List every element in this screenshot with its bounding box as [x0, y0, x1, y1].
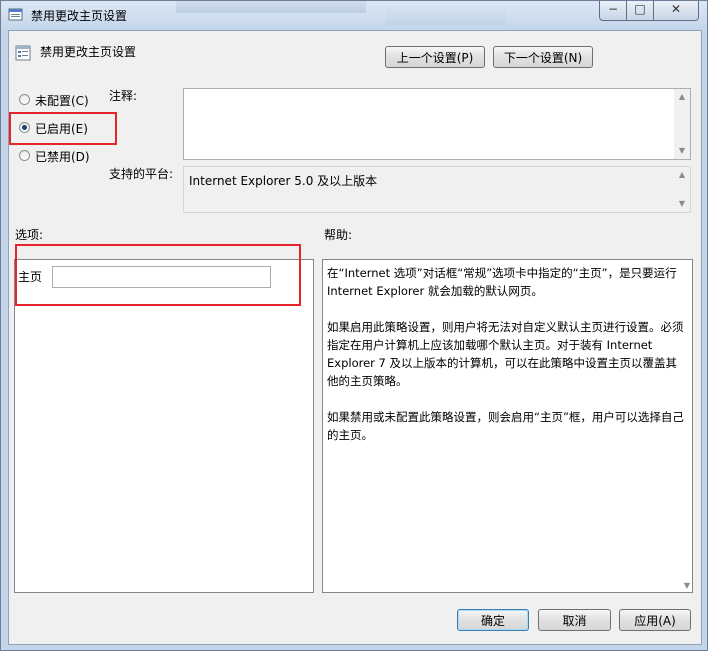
- maximize-icon: □: [634, 2, 646, 16]
- background-window-blur: [386, 7, 506, 25]
- policy-dialog-window: 禁用更改主页设置 − □ ✕ 禁用更改主页设置 上一个设置(P) 下一个设置(N…: [0, 0, 708, 651]
- options-label: 选项:: [15, 228, 44, 242]
- scroll-up-icon[interactable]: ▲: [674, 168, 690, 182]
- platform-field: Internet Explorer 5.0 及以上版本 ▲ ▼: [183, 166, 691, 213]
- maximize-button[interactable]: □: [626, 1, 654, 21]
- next-setting-button[interactable]: 下一个设置(N): [493, 46, 593, 68]
- apply-button[interactable]: 应用(A): [619, 609, 691, 631]
- cancel-button[interactable]: 取消: [538, 609, 611, 631]
- background-window-blur: [176, 1, 366, 13]
- scroll-down-icon[interactable]: ▼: [674, 197, 690, 211]
- scroll-down-icon[interactable]: ▼: [674, 144, 690, 158]
- minimize-icon: −: [607, 2, 619, 16]
- help-paragraph: 如果禁用或未配置此策略设置，则会启用“主页”框，用户可以选择自己的主页。: [327, 410, 684, 442]
- setting-icon: [15, 45, 31, 61]
- close-icon: ✕: [670, 2, 682, 16]
- help-panel: 在“Internet 选项”对话框“常规”选项卡中指定的“主页”，是只要运行 I…: [322, 259, 693, 593]
- scroll-down-icon[interactable]: ▼: [680, 581, 694, 590]
- platform-scrollbar[interactable]: ▲ ▼: [674, 167, 690, 212]
- highlight-enabled-box: [9, 112, 117, 145]
- dialog-client-area: 禁用更改主页设置 上一个设置(P) 下一个设置(N) 未配置(C) 已启用(E)…: [8, 30, 702, 645]
- help-text: 在“Internet 选项”对话框“常规”选项卡中指定的“主页”，是只要运行 I…: [327, 264, 686, 462]
- setting-name: 禁用更改主页设置: [40, 45, 137, 59]
- platform-label: 支持的平台:: [109, 167, 174, 181]
- minimize-button[interactable]: −: [599, 1, 627, 21]
- prev-setting-button[interactable]: 上一个设置(P): [385, 46, 485, 68]
- title-bar[interactable]: 禁用更改主页设置 − □ ✕: [1, 1, 707, 29]
- help-label: 帮助:: [324, 228, 353, 242]
- radio-circle: [19, 94, 30, 105]
- radio-circle: [19, 150, 30, 161]
- highlight-homepage-box: [15, 244, 301, 306]
- help-paragraph: 在“Internet 选项”对话框“常规”选项卡中指定的“主页”，是只要运行 I…: [327, 266, 677, 298]
- close-button[interactable]: ✕: [653, 1, 699, 21]
- window-title: 禁用更改主页设置: [31, 9, 128, 23]
- ok-button[interactable]: 确定: [457, 609, 529, 631]
- policy-icon: [8, 8, 23, 21]
- comment-scrollbar[interactable]: ▲ ▼: [674, 89, 690, 159]
- radio-label: 已禁用(D): [35, 150, 90, 164]
- help-paragraph: 如果启用此策略设置，则用户将无法对自定义默认主页进行设置。必须指定在用户计算机上…: [327, 320, 684, 388]
- comment-label: 注释:: [109, 89, 138, 103]
- platform-value: Internet Explorer 5.0 及以上版本: [189, 174, 378, 188]
- options-panel: 主页: [14, 259, 314, 593]
- radio-label: 未配置(C): [35, 94, 89, 108]
- comment-textarea[interactable]: ▲ ▼: [183, 88, 691, 160]
- scroll-up-icon[interactable]: ▲: [674, 90, 690, 104]
